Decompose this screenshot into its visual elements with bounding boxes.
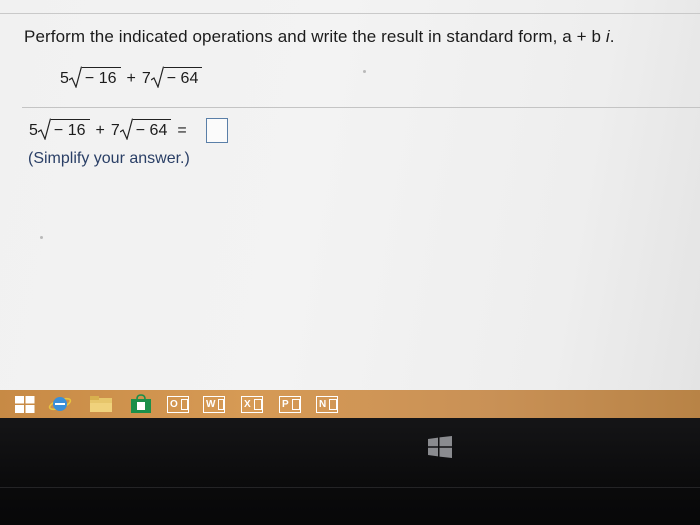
outlook-tile: O — [167, 395, 189, 413]
internet-explorer-icon[interactable] — [47, 394, 73, 414]
answer-expression: 5 − 16 + 7 − 64 = — [29, 118, 187, 140]
square-root-icon — [119, 118, 133, 140]
square-root-icon — [150, 66, 164, 88]
coefficient-2: 7 — [141, 70, 151, 87]
square-root-icon — [37, 118, 51, 140]
coefficient-1: 5 — [60, 70, 69, 87]
screen-speck — [363, 70, 366, 73]
taskbar: O W X P N — [0, 390, 700, 418]
store-icon[interactable] — [128, 394, 154, 414]
top-divider — [0, 13, 700, 14]
browser-content: Perform the indicated operations and wri… — [0, 0, 700, 392]
answer-plus-sign: + — [95, 122, 105, 139]
instruction-suffix: . — [609, 27, 615, 46]
question-text: Perform the indicated operations and wri… — [24, 27, 700, 47]
word-icon[interactable]: W — [200, 394, 228, 414]
problem-expression: 5 − 16 + 7 − 64 — [60, 66, 203, 88]
answer-coefficient-1: 5 — [29, 122, 38, 139]
radicand-2: − 64 — [163, 67, 203, 88]
bezel-edge — [0, 487, 700, 488]
windows-logo-icon — [428, 436, 452, 463]
section-divider — [22, 107, 700, 108]
answer-radical-1: − 16 — [37, 118, 90, 140]
simplify-hint: (Simplify your answer.) — [28, 150, 190, 167]
square-root-icon — [68, 66, 82, 88]
word-tile: W — [203, 395, 225, 413]
screen-speck — [40, 236, 43, 239]
powerpoint-tile: P — [279, 395, 301, 413]
powerpoint-icon[interactable]: P — [276, 394, 304, 414]
onenote-tile: N — [316, 395, 338, 413]
answer-radical-2: − 64 — [119, 118, 172, 140]
radicand-1: − 16 — [81, 67, 121, 88]
excel-icon[interactable]: X — [238, 394, 266, 414]
answer-radicand-2: − 64 — [132, 119, 172, 140]
equals-sign: = — [177, 122, 187, 139]
radical-1: − 16 — [68, 66, 121, 88]
radical-2: − 64 — [150, 66, 203, 88]
answer-input[interactable] — [206, 118, 228, 143]
onenote-icon[interactable]: N — [313, 394, 341, 414]
file-explorer-icon[interactable] — [88, 394, 114, 414]
start-icon[interactable] — [13, 394, 37, 414]
device-bezel — [0, 418, 700, 525]
excel-tile: X — [241, 395, 263, 413]
instruction-prefix: Perform the indicated operations and wri… — [24, 27, 606, 46]
outlook-icon[interactable]: O — [164, 394, 192, 414]
answer-radicand-1: − 16 — [50, 119, 90, 140]
answer-coefficient-2: 7 — [110, 122, 120, 139]
plus-sign: + — [126, 70, 136, 87]
